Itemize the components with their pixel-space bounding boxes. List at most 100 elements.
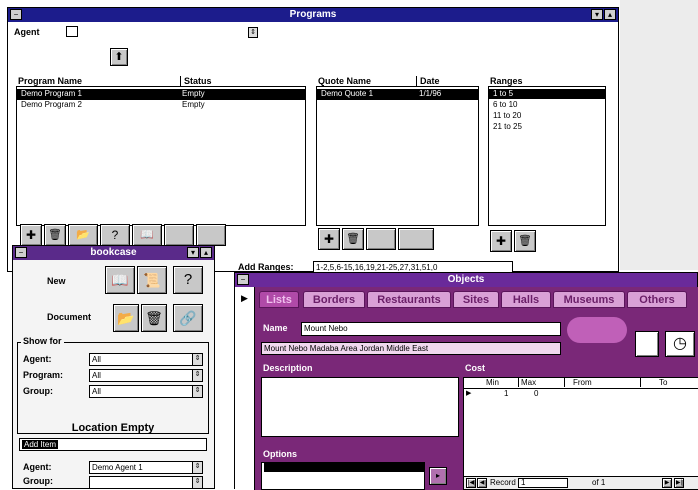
chevron-down-icon[interactable]: ⇕: [192, 354, 202, 365]
program-filter-label: Program:: [23, 370, 64, 380]
agent-select[interactable]: ⇕: [64, 26, 258, 39]
open-program-button[interactable]: 📂: [68, 224, 98, 246]
add-range-button[interactable]: ✚: [490, 230, 512, 252]
quote-list[interactable]: Demo Quote 1 1/1/96: [316, 86, 479, 226]
agent-dropdown-icon[interactable]: ⇕: [248, 27, 258, 38]
add-program-button[interactable]: ✚: [20, 224, 42, 246]
system-menu-icon[interactable]: −: [237, 274, 249, 285]
cost-label: Cost: [465, 363, 485, 373]
minimize-icon[interactable]: ▾: [187, 247, 199, 258]
system-menu-icon[interactable]: −: [15, 247, 27, 258]
last-record-icon[interactable]: ▶|: [674, 478, 684, 488]
link-document-button[interactable]: 🔗: [173, 304, 203, 332]
options-scroll-button[interactable]: ▸: [429, 467, 447, 485]
table-row[interactable]: ▶ 1 0: [464, 389, 698, 399]
record-nav-bar: |◀ ◀ Record 1 of 1 ▶ ▶|: [464, 476, 698, 489]
add-icon: ✚: [25, 228, 37, 242]
location-field[interactable]: Add Item: [19, 438, 207, 451]
new-label: New: [47, 276, 66, 286]
chevron-down-icon[interactable]: ⇕: [192, 462, 202, 473]
up-arrow-button[interactable]: ⬆: [110, 48, 128, 66]
options-label: Options: [263, 449, 297, 459]
location-label: Location Empty: [71, 422, 155, 434]
delete-range-button[interactable]: 🗑: [514, 230, 536, 252]
chevron-down-icon[interactable]: ⇕: [192, 370, 202, 381]
program-row-2[interactable]: Demo Program 2 Empty: [17, 100, 305, 111]
program-row-1[interactable]: Demo Program 1 Empty: [17, 89, 305, 100]
group-filter-select[interactable]: All ⇕: [89, 385, 203, 398]
range-item[interactable]: 11 to 20: [493, 111, 521, 120]
blank-quote-button[interactable]: [366, 228, 396, 250]
maximize-icon[interactable]: ▴: [200, 247, 212, 258]
group-location-select[interactable]: ⇕: [89, 476, 203, 489]
options-list[interactable]: [261, 462, 425, 490]
book-program-button[interactable]: 📖: [132, 224, 162, 246]
quote-row-1[interactable]: Demo Quote 1 1/1/96: [317, 89, 478, 100]
first-record-icon[interactable]: |◀: [466, 478, 476, 488]
open-document-button[interactable]: 📂: [113, 304, 139, 332]
blank-quote-button-2[interactable]: [398, 228, 434, 250]
link-icon: 🔗: [179, 310, 197, 326]
blank-program-button-2[interactable]: [196, 224, 226, 246]
record-label: Record: [490, 478, 516, 487]
cost-table-header: Min Max From To: [464, 378, 698, 389]
chevron-down-icon[interactable]: ⇕: [192, 477, 202, 488]
agent-filter-select[interactable]: All ⇕: [89, 353, 203, 366]
maximize-icon[interactable]: ▴: [604, 9, 616, 20]
options-selected-row[interactable]: [264, 463, 424, 472]
bookcase-titlebar: bookcase: [13, 246, 214, 260]
folder-icon: 📂: [117, 310, 135, 326]
scroll-icon: 📜: [143, 272, 161, 288]
add-ranges-label: Add Ranges:: [238, 262, 294, 272]
book-icon: 📖: [140, 229, 154, 241]
range-item[interactable]: 6 to 10: [493, 100, 517, 109]
programs-window: Programs − ▾ ▴ Agent ⇕ ⬆ Program Name St…: [7, 7, 619, 273]
program-list[interactable]: Demo Program 1 Empty Demo Program 2 Empt…: [16, 86, 306, 226]
prev-record-icon[interactable]: ◀: [477, 478, 487, 488]
location-subtitle-input[interactable]: Mount Nebo Madaba Area Jordan Middle Eas…: [261, 342, 561, 355]
cost-table[interactable]: Min Max From To ▶ 1 0 |◀ ◀ Record 1 of 1…: [463, 377, 698, 490]
description-textarea[interactable]: [261, 377, 459, 437]
status-header: Status: [180, 76, 212, 86]
new-book-button[interactable]: 📖: [105, 266, 135, 294]
range-item[interactable]: 21 to 25: [493, 122, 522, 131]
add-quote-button[interactable]: ✚: [318, 228, 340, 250]
blank-program-button[interactable]: [164, 224, 194, 246]
record-number-input[interactable]: 1: [518, 478, 568, 488]
ranges-header: Ranges: [490, 76, 523, 86]
help-program-button[interactable]: ?: [100, 224, 130, 246]
trash-icon: 🗑: [346, 233, 360, 245]
delete-document-button[interactable]: 🗑: [141, 304, 167, 332]
agent-color-swatch: [66, 26, 78, 37]
chevron-down-icon[interactable]: ⇕: [192, 386, 202, 397]
tab-others[interactable]: Others: [627, 291, 687, 308]
program-filter-select[interactable]: All ⇕: [89, 369, 203, 382]
delete-program-button[interactable]: 🗑: [44, 224, 66, 246]
tab-restaurants[interactable]: Restaurants: [367, 291, 451, 308]
new-scroll-button[interactable]: 📜: [137, 266, 167, 294]
clock-button[interactable]: ◷: [665, 331, 695, 357]
ranges-list[interactable]: 1 to 5 6 to 10 11 to 20 21 to 25: [488, 86, 606, 226]
tab-sites[interactable]: Sites: [453, 291, 499, 308]
tab-museums[interactable]: Museums: [553, 291, 625, 308]
agent-location-label: Agent:: [23, 462, 52, 472]
date-header: Date: [416, 76, 440, 86]
help-button[interactable]: ?: [173, 266, 203, 294]
system-menu-icon[interactable]: −: [10, 9, 22, 20]
agent-location-select[interactable]: Demo Agent 1 ⇕: [89, 461, 203, 474]
tab-borders[interactable]: Borders: [303, 291, 365, 308]
agent-label: Agent: [14, 27, 40, 37]
blank-object-button[interactable]: [635, 331, 659, 357]
book-icon: 📖: [111, 272, 129, 288]
next-record-icon[interactable]: ▶: [662, 478, 672, 488]
show-for-label: Show for: [21, 336, 64, 346]
tab-lists[interactable]: Lists: [259, 291, 299, 308]
delete-quote-button[interactable]: 🗑: [342, 228, 364, 250]
desktop-background: [620, 0, 698, 270]
trash-icon: 🗑: [48, 229, 62, 241]
minimize-icon[interactable]: ▾: [591, 9, 603, 20]
range-item[interactable]: 1 to 5: [489, 89, 605, 99]
bookcase-title: bookcase: [90, 247, 137, 258]
tab-halls[interactable]: Halls: [501, 291, 551, 308]
name-input[interactable]: Mount Nebo: [301, 322, 561, 336]
